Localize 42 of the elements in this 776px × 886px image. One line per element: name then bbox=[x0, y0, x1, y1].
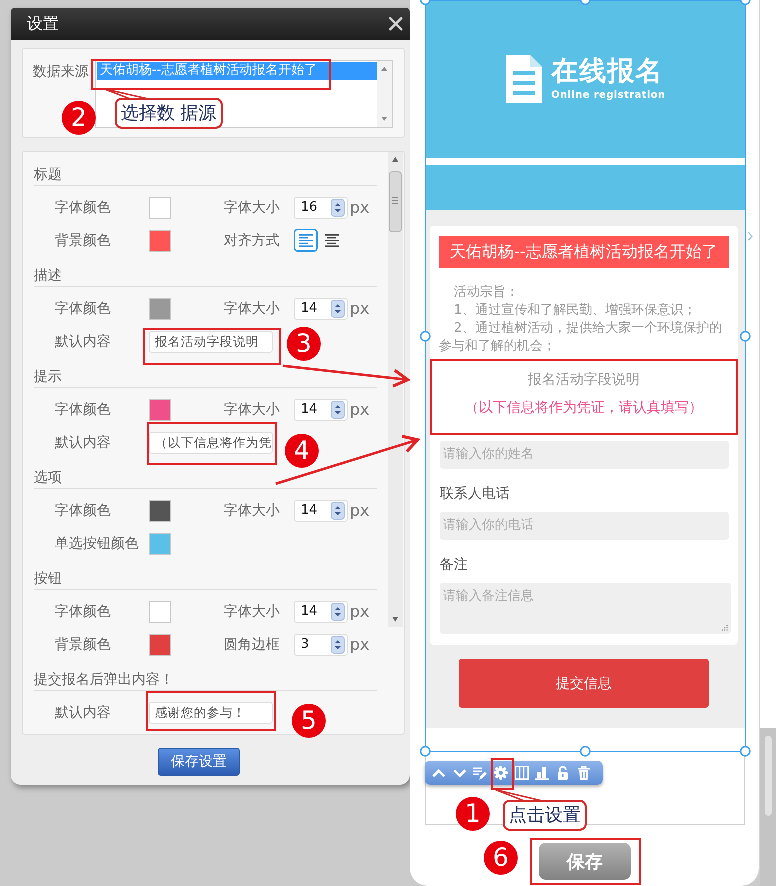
unit-label: px bbox=[350, 602, 370, 622]
field-label: 背景颜色 bbox=[55, 636, 112, 654]
field-label: 字体颜色 bbox=[55, 502, 112, 520]
field-label: 圆角边框 bbox=[224, 636, 281, 654]
dialog-title: 设置 bbox=[27, 14, 59, 34]
field-label: 背景颜色 bbox=[55, 232, 112, 250]
section-heading: 标题 bbox=[34, 165, 377, 186]
intro-text: 报名活动字段说明 bbox=[528, 371, 640, 390]
hint-text: （以下信息将作为凭证，请认真填写） bbox=[465, 399, 703, 418]
form-title: 天佑胡杨--志愿者植树活动报名开始了 bbox=[439, 236, 729, 268]
field-label: 字体大小 bbox=[224, 502, 281, 520]
section-heading: 按钮 bbox=[34, 569, 377, 590]
unit-label: px bbox=[350, 500, 370, 520]
field-label: 字体大小 bbox=[224, 602, 281, 622]
unit-label: px bbox=[350, 634, 370, 654]
field-label: 字体大小 bbox=[224, 400, 281, 420]
unit-label: px bbox=[350, 298, 370, 318]
section-heading: 提交报名后弹出内容！ bbox=[34, 670, 377, 691]
field-label: 默认内容 bbox=[55, 704, 112, 722]
field-label: 字体大小 bbox=[224, 198, 281, 218]
field-label: 字体颜色 bbox=[55, 602, 112, 622]
unit-label: px bbox=[350, 198, 370, 218]
field-label: 默认内容 bbox=[55, 332, 112, 352]
section-heading: 描述 bbox=[34, 266, 377, 287]
section-heading: 提示 bbox=[34, 367, 377, 388]
unit-label: px bbox=[350, 400, 370, 420]
field-label: 联系人电话 bbox=[440, 485, 511, 504]
field-label: 字体颜色 bbox=[55, 198, 112, 218]
field-label: 备注 bbox=[440, 556, 469, 575]
field-label: 默认内容 bbox=[55, 434, 112, 452]
field-label: 单选按钮颜色 bbox=[55, 534, 140, 554]
description-text: 活动宗旨： bbox=[453, 284, 520, 302]
section-heading: 选项 bbox=[34, 468, 377, 489]
field-label: 数据来源 bbox=[33, 63, 90, 82]
field-label: 字体大小 bbox=[224, 300, 281, 318]
field-label: 字体颜色 bbox=[55, 400, 112, 420]
field-label: 对齐方式 bbox=[224, 232, 281, 250]
logo-title: 在线报名 bbox=[551, 56, 664, 88]
logo-subtitle: Online registration bbox=[551, 89, 666, 102]
field-label: 字体颜色 bbox=[55, 300, 112, 318]
description-text: 2、通过植树活动，提供给大家一个环境保护的参与和了解的机会； bbox=[439, 320, 724, 356]
description-text: 1、通过宣传和了解民勤、增强环保意识； bbox=[453, 302, 698, 320]
